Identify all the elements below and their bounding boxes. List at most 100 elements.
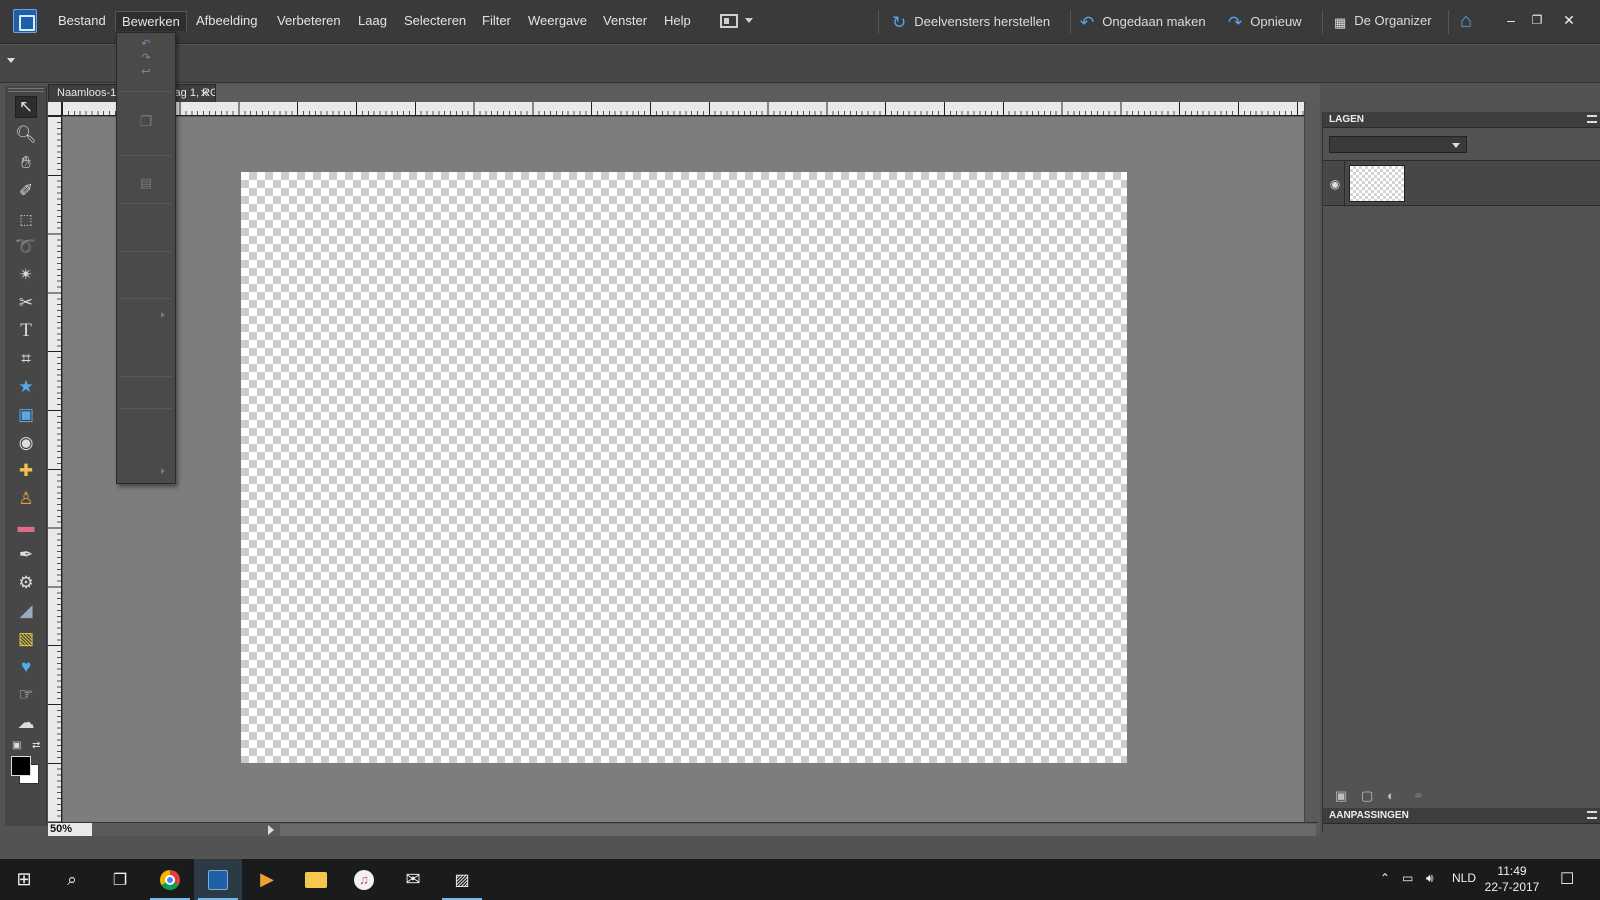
close-button[interactable]: ✕ — [1556, 8, 1582, 32]
taskbar-photoshop-elements[interactable] — [194, 859, 242, 900]
menu-separator — [120, 155, 172, 156]
organizer-button[interactable]: ▦ De Organizer — [1334, 13, 1432, 31]
taskbar-app[interactable]: ▨ — [438, 859, 486, 900]
menu-separator — [120, 376, 172, 377]
menu-verbeteren[interactable]: Verbeteren — [277, 13, 341, 28]
sponge-tool-icon[interactable]: ☁ — [15, 712, 37, 734]
image-canvas[interactable] — [241, 172, 1127, 763]
layer-thumbnail[interactable] — [1349, 165, 1405, 202]
layer-visibility-toggle[interactable]: ◉ — [1323, 161, 1345, 207]
toolbox-grip[interactable] — [8, 88, 44, 92]
menu-undo-icon: ↶ — [141, 38, 151, 50]
menu-laag[interactable]: Laag — [358, 13, 387, 28]
taskbar-clock[interactable]: 11:49 22-7-2017 — [1476, 863, 1548, 895]
panel-menu-icon[interactable] — [1587, 811, 1597, 819]
smudge-tool-icon[interactable]: ☞ — [15, 684, 37, 706]
menu-bewerken[interactable]: Bewerken — [115, 11, 187, 31]
minimize-button[interactable]: – — [1498, 8, 1524, 32]
zoom-level-field[interactable]: 50% — [48, 823, 92, 836]
link-layers-icon[interactable]: ⚭ — [1413, 788, 1424, 804]
grid-icon: ▦ — [1334, 15, 1347, 30]
search-icon[interactable]: ⌕ — [48, 859, 96, 900]
foreground-color-swatch[interactable] — [11, 756, 31, 776]
clock-date: 22-7-2017 — [1484, 880, 1540, 894]
magic-wand-tool-icon[interactable]: ✴ — [15, 264, 37, 286]
submenu-arrow-icon[interactable] — [161, 312, 165, 318]
menu-afbeelding[interactable]: Afbeelding — [196, 13, 257, 28]
restore-button[interactable]: ❐ — [1524, 8, 1550, 32]
layer-mask-icon[interactable]: ▢ — [1361, 788, 1373, 804]
blend-mode-select[interactable] — [1329, 136, 1467, 153]
menu-bestand[interactable]: Bestand — [58, 13, 106, 28]
home-icon: ⌂ — [1460, 10, 1473, 32]
layer-row[interactable]: ◉ — [1323, 160, 1600, 207]
taskbar-file-explorer[interactable] — [292, 859, 340, 900]
paint-bucket-tool-icon[interactable]: ◢ — [15, 600, 37, 622]
zoom-tool-icon[interactable]: 🔍︎ — [15, 124, 37, 146]
horizontal-scrollbar[interactable] — [280, 824, 1316, 836]
task-view-icon[interactable]: ❐ — [96, 859, 144, 900]
menu-venster[interactable]: Venster — [603, 13, 647, 28]
windows-start-icon[interactable]: ⊞ — [0, 859, 48, 900]
photoshop-elements-icon — [208, 869, 228, 890]
language-indicator[interactable]: NLD — [1452, 871, 1476, 885]
menu-selecteren[interactable]: Selecteren — [404, 13, 466, 28]
taskbar-media-player[interactable]: ▶ — [243, 859, 291, 900]
healing-brush-tool-icon[interactable]: ✚ — [15, 460, 37, 482]
chevron-up-icon[interactable]: ⌃ — [1380, 871, 1390, 885]
chevron-down-icon[interactable] — [7, 58, 15, 63]
new-layer-icon[interactable]: ▣ — [1335, 788, 1347, 804]
undo-button[interactable]: ↶ Ongedaan maken — [1080, 13, 1206, 33]
eyedropper-tool-icon[interactable]: ✐ — [15, 180, 37, 202]
menu-separator — [120, 298, 172, 299]
organizer-label: De Organizer — [1354, 13, 1432, 28]
horizontal-ruler[interactable] — [62, 102, 1304, 116]
volume-icon[interactable]: 🔊︎ — [1426, 871, 1434, 886]
menu-separator — [120, 251, 172, 252]
taskbar-itunes[interactable]: ♫ — [340, 859, 388, 900]
submenu-arrow-icon[interactable] — [161, 468, 165, 474]
battery-icon[interactable]: ▭ — [1402, 871, 1413, 885]
default-colors-icon[interactable]: ▣ — [12, 740, 21, 751]
notifications-icon[interactable]: ☐ — [1560, 869, 1574, 889]
undo-icon: ↶ — [1080, 13, 1095, 32]
app-logo-icon[interactable] — [13, 9, 37, 33]
taskbar-chrome[interactable] — [146, 859, 194, 900]
status-menu-arrow-icon[interactable] — [268, 825, 274, 835]
smart-brush-tool-icon[interactable]: ⚙ — [15, 572, 37, 594]
eraser-tool-icon[interactable]: ▬ — [15, 516, 37, 538]
brush-tool-icon[interactable]: ✒ — [15, 544, 37, 566]
refresh-icon: ↻ — [892, 13, 907, 32]
adjustment-layer-icon[interactable]: ◐ — [1387, 788, 1395, 803]
recompose-tool-icon[interactable]: ▣ — [15, 404, 37, 426]
redo-button[interactable]: ↷ Opnieuw — [1228, 13, 1302, 33]
menu-filter[interactable]: Filter — [482, 13, 511, 28]
lasso-tool-icon[interactable]: ➰ — [15, 236, 37, 258]
move-tool-icon[interactable]: ↖ — [15, 96, 37, 118]
panel-menu-icon[interactable] — [1587, 115, 1597, 123]
clone-stamp-tool-icon[interactable]: ♙ — [15, 488, 37, 510]
red-eye-tool-icon[interactable]: ◉ — [15, 432, 37, 454]
crop-tool-icon[interactable]: ⌗ — [15, 348, 37, 370]
document-status-bar: 50% — [48, 822, 1318, 836]
swap-colors-icon[interactable]: ⇄ — [32, 740, 40, 751]
quick-selection-tool-icon[interactable]: ✂ — [15, 292, 37, 314]
ruler-corner[interactable] — [48, 102, 62, 116]
adjustments-panel-header[interactable]: AANPASSINGEN — [1323, 808, 1600, 824]
gradient-tool-icon[interactable]: ▧ — [15, 628, 37, 650]
custom-shape-tool-icon[interactable]: ♥ — [15, 656, 37, 678]
reset-panels-button[interactable]: ↻ Deelvensters herstellen — [892, 13, 1050, 33]
hand-tool-icon[interactable]: ✋︎ — [15, 152, 37, 174]
cookie-cutter-tool-icon[interactable]: ★ — [15, 376, 37, 398]
vertical-scrollbar[interactable] — [1304, 102, 1318, 822]
taskbar-mail[interactable]: ✉ — [389, 859, 437, 900]
workspace-layout-button[interactable] — [720, 14, 756, 30]
layers-panel-header[interactable]: LAGEN — [1323, 112, 1600, 128]
type-tool-icon[interactable]: T — [15, 320, 37, 342]
home-button[interactable]: ⌂ — [1460, 9, 1472, 33]
menu-help[interactable]: Help — [664, 13, 691, 28]
vertical-ruler[interactable] — [48, 116, 62, 822]
menu-weergave[interactable]: Weergave — [528, 13, 587, 28]
close-icon[interactable]: ✕ — [200, 87, 209, 100]
marquee-tool-icon[interactable]: ⬚ — [15, 208, 37, 230]
